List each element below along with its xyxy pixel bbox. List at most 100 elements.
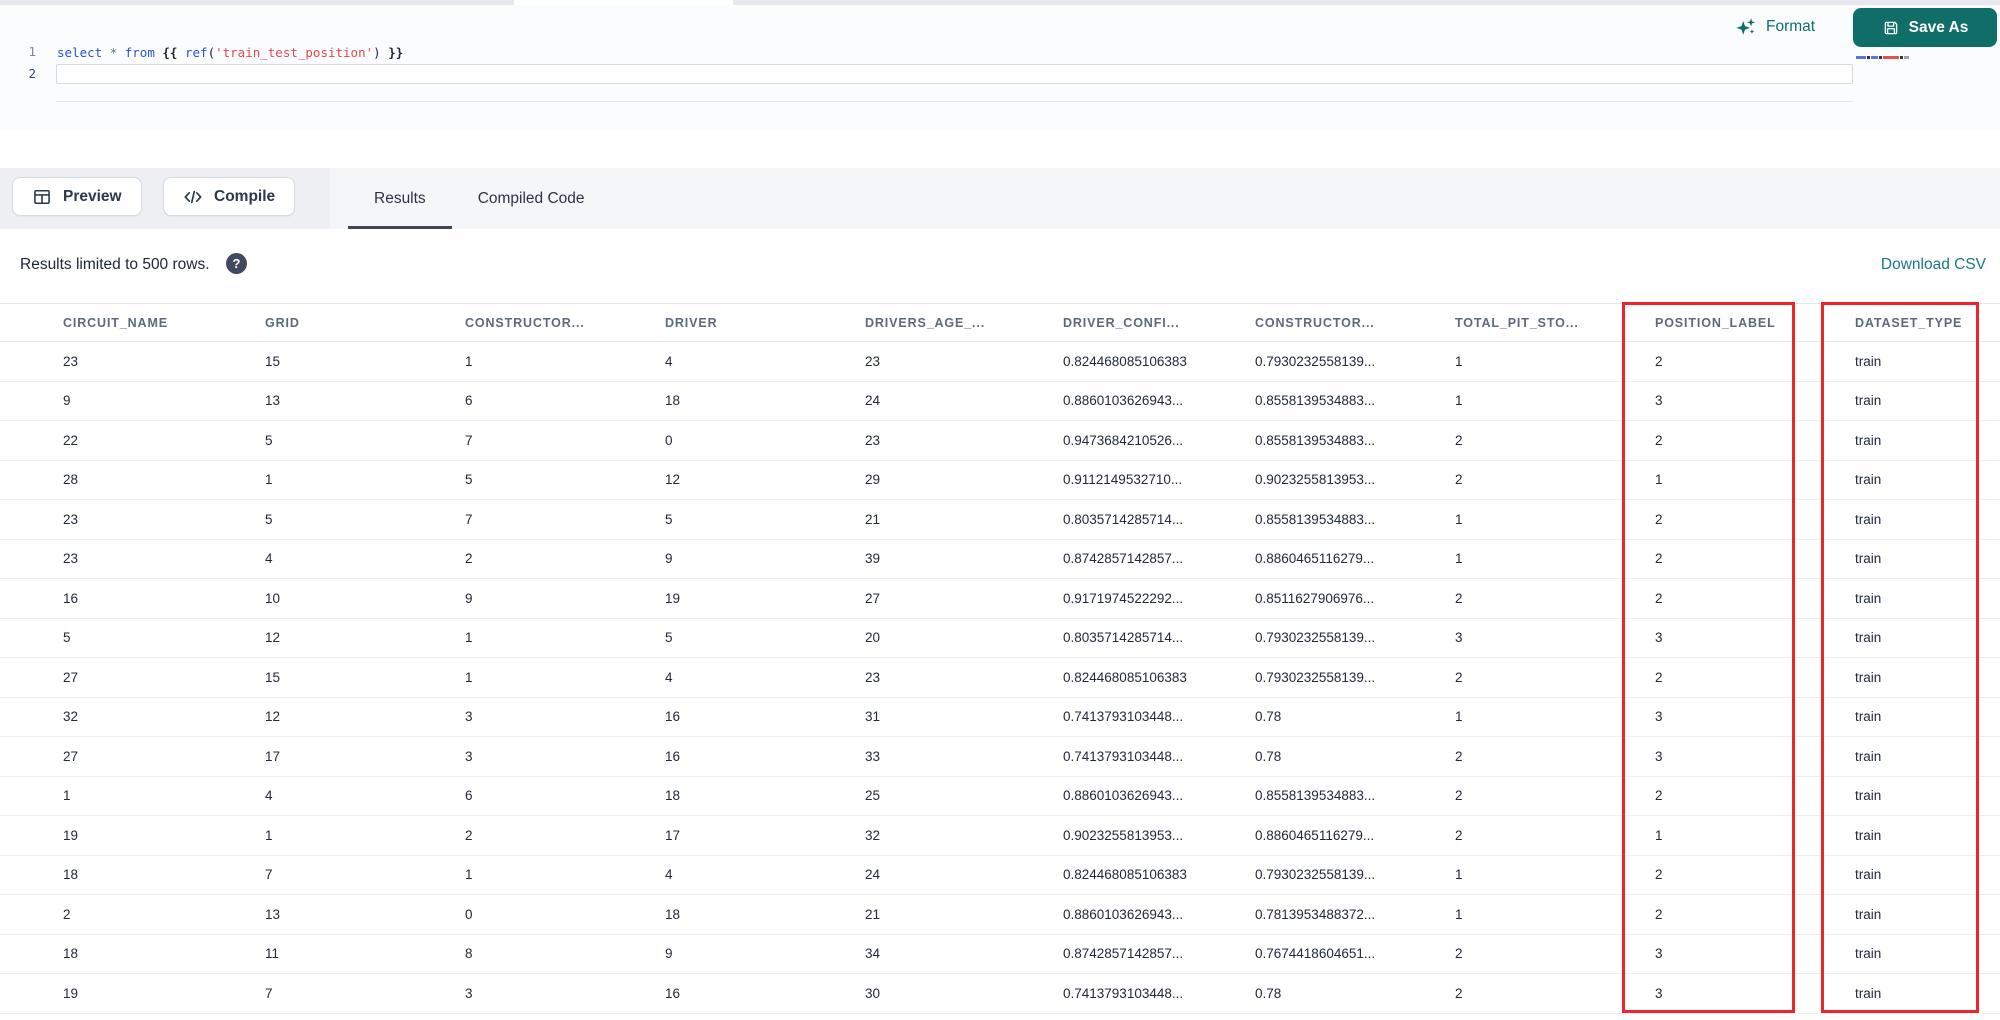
control-bar: Preview Compile Results Compiled Code xyxy=(0,168,2000,229)
table-cell: train xyxy=(1855,590,1882,606)
row-limit-text: Results limited to 500 rows. xyxy=(20,256,210,273)
save-as-button[interactable]: Save As xyxy=(1853,8,1997,47)
table-cell: 0.7930232558139... xyxy=(1255,630,1376,646)
table-row: 19 7 3 16 30 0.7413793103448... 0.78 2 3 train xyxy=(0,974,2000,1014)
table-cell: 21 xyxy=(865,906,881,922)
table-cell: 27 xyxy=(865,590,881,606)
table-cell: 23 xyxy=(63,511,79,527)
save-as-label: Save As xyxy=(1908,18,1969,36)
table-cell: 0.8558139534883... xyxy=(1255,432,1376,448)
table-cell: 12 xyxy=(265,630,281,646)
code-token: from xyxy=(124,45,155,60)
table-cell: 3 xyxy=(465,709,473,725)
table-cell: 23 xyxy=(63,551,79,567)
table-row: 18 7 1 4 24 0.824468085106383 0.7930232558139.… xyxy=(0,855,2000,895)
table-cell: 1 xyxy=(1455,906,1463,922)
table-cell: 10 xyxy=(265,590,281,606)
table-cell: 0.7413793103448... xyxy=(1063,748,1184,764)
table-cell: 0.8742857142857... xyxy=(1063,551,1184,567)
table-cell: 16 xyxy=(665,985,681,1001)
current-line-highlight[interactable] xyxy=(56,64,1853,84)
table-cell: 0.9023255813953... xyxy=(1063,827,1184,843)
compile-button[interactable]: Compile xyxy=(163,177,296,216)
download-csv-link[interactable]: Download CSV xyxy=(1881,256,1986,274)
table-row: 23 15 1 4 23 0.824468085106383 0.7930232558139… xyxy=(0,342,2000,382)
table-cell: 2 xyxy=(1455,432,1463,448)
column-header[interactable]: CIRCUIT_NAME xyxy=(63,316,265,330)
table-cell: 0.7813953488372... xyxy=(1255,906,1376,922)
table-cell: 1 xyxy=(465,353,473,369)
table-cell: 2 xyxy=(1455,748,1463,764)
column-header[interactable]: DRIVER xyxy=(665,316,865,330)
column-header[interactable]: GRID xyxy=(265,316,465,330)
column-header[interactable]: CONSTRUCTOR... xyxy=(1255,316,1455,330)
column-header[interactable]: DATASET_TYPE xyxy=(1855,316,2000,330)
table-row: 32 12 3 16 31 0.7413793103448... 0.78 1 3 train xyxy=(0,697,2000,737)
table-cell: 7 xyxy=(465,511,473,527)
table-cell: 2 xyxy=(1655,511,1663,527)
preview-button[interactable]: Preview xyxy=(12,177,142,216)
tab-compiled-code[interactable]: Compiled Code xyxy=(452,168,611,229)
editor-divider xyxy=(56,101,1853,102)
editor-minimap[interactable] xyxy=(1856,56,1909,60)
table-cell: 5 xyxy=(665,630,673,646)
table-cell: 1 xyxy=(63,788,71,804)
table-cell: 20 xyxy=(865,630,881,646)
table-cell: 0.7413793103448... xyxy=(1063,709,1184,725)
table-cell: 1 xyxy=(265,472,273,488)
column-header[interactable]: DRIVERS_AGE_... xyxy=(865,316,1063,330)
table-cell: 2 xyxy=(1455,669,1463,685)
table-cell: 30 xyxy=(865,985,881,1001)
table-cell: 11 xyxy=(265,946,280,962)
table-cell: 3 xyxy=(1455,630,1463,646)
table-cell: 5 xyxy=(665,511,673,527)
table-cell: train xyxy=(1855,669,1882,685)
table-cell: 21 xyxy=(865,511,881,527)
table-cell: train xyxy=(1855,867,1882,883)
table-cell: 2 xyxy=(1455,472,1463,488)
table-cell: 23 xyxy=(63,353,79,369)
table-cell: 23 xyxy=(865,432,881,448)
table-cell: train xyxy=(1855,788,1882,804)
table-cell: 2 xyxy=(1655,669,1663,685)
table-cell: 16 xyxy=(63,590,79,606)
table-cell: 17 xyxy=(265,748,281,764)
table-cell: 1 xyxy=(1455,709,1463,725)
table-row: 18 11 8 9 34 0.8742857142857... 0.767441860465… xyxy=(0,934,2000,974)
table-cell: 0.9112149532710... xyxy=(1063,472,1183,488)
table-cell: 0.9023255813953... xyxy=(1255,472,1376,488)
table-cell: 29 xyxy=(865,472,881,488)
table-cell: 0.824468085106383 xyxy=(1063,669,1187,685)
column-header[interactable]: TOTAL_PIT_STO... xyxy=(1455,316,1655,330)
help-icon[interactable]: ? xyxy=(226,253,247,274)
table-cell: 31 xyxy=(865,709,881,725)
table-row: 5 12 1 5 20 0.8035714285714... 0.7930232558139… xyxy=(0,618,2000,658)
table-cell: 3 xyxy=(1655,985,1663,1001)
table-cell: 23 xyxy=(865,353,881,369)
table-cell: 1 xyxy=(1455,511,1463,527)
table-cell: 0.8558139534883... xyxy=(1255,511,1376,527)
table-cell: 15 xyxy=(265,353,281,369)
table-cell: 16 xyxy=(665,709,681,725)
action-buttons-panel: Preview Compile xyxy=(0,168,330,229)
table-row: 16 10 9 19 27 0.9171974522292... 0.85116279069… xyxy=(0,579,2000,619)
code-line[interactable]: select * from {{ ref('train_test_positio… xyxy=(57,43,403,62)
table-cell: 3 xyxy=(1655,393,1663,409)
table-cell: 0.8558139534883... xyxy=(1255,788,1376,804)
table-cell: 5 xyxy=(265,511,273,527)
table-cell: 9 xyxy=(63,393,71,409)
table-cell: 16 xyxy=(665,748,681,764)
sql-editor[interactable]: 1 2 select * from {{ ref('train_test_pos… xyxy=(0,5,2000,130)
format-button[interactable]: Format xyxy=(1735,13,1815,41)
column-header[interactable]: POSITION_LABEL xyxy=(1655,316,1855,330)
column-header[interactable]: CONSTRUCTOR... xyxy=(465,316,665,330)
table-cell: 0.8035714285714... xyxy=(1063,511,1184,527)
table-cell: 0.9473684210526... xyxy=(1063,432,1184,448)
column-header[interactable]: DRIVER_CONFI... xyxy=(1063,316,1255,330)
table-cell: 27 xyxy=(63,669,79,685)
table-cell: 1 xyxy=(1455,867,1463,883)
code-icon xyxy=(183,187,203,207)
tab-results[interactable]: Results xyxy=(348,168,452,229)
